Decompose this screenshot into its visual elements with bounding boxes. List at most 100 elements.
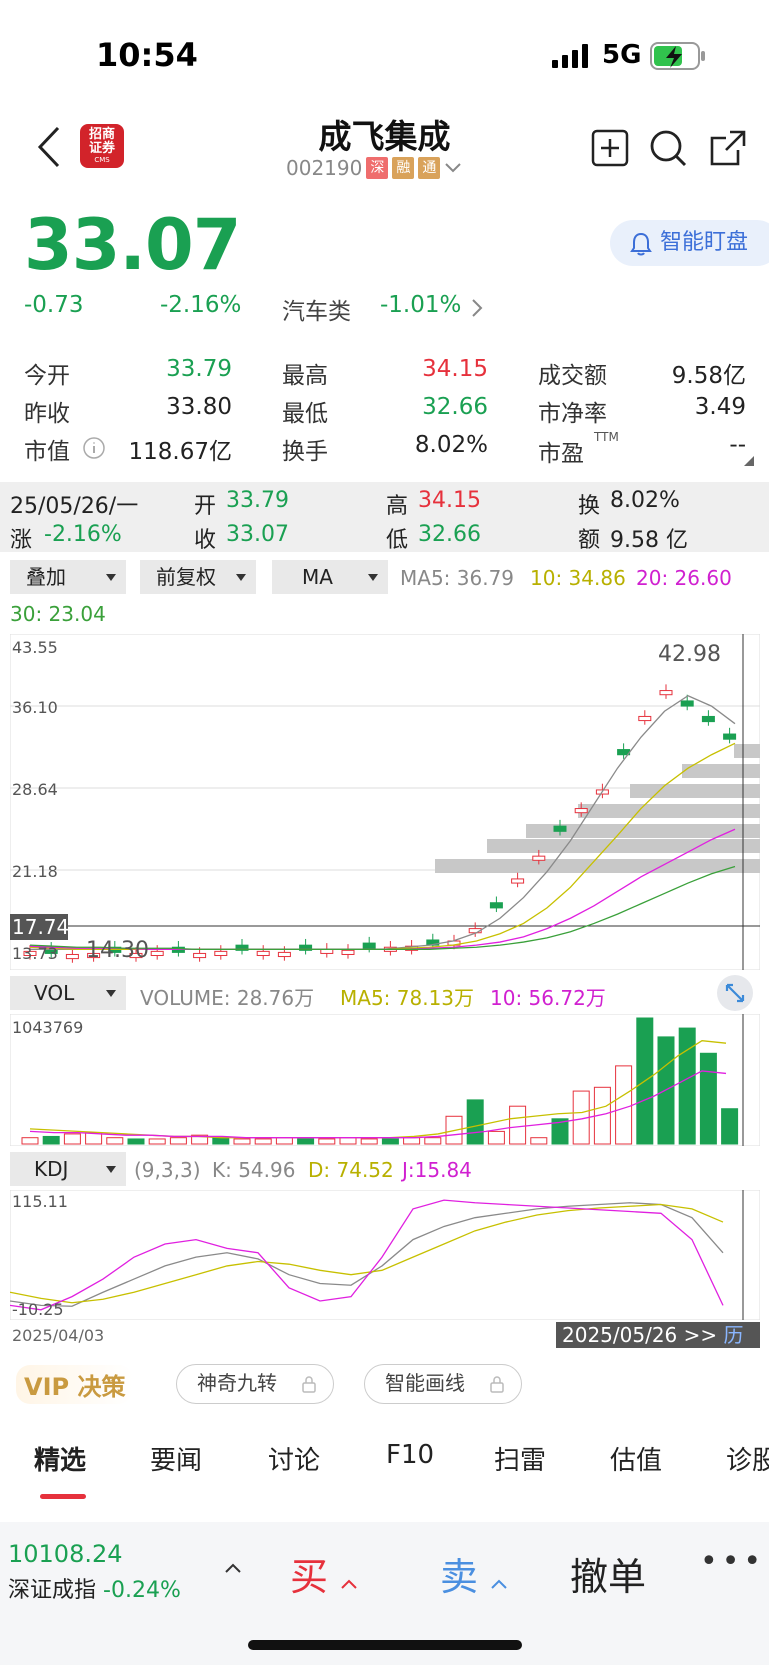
chevron-right-icon[interactable]	[470, 298, 484, 318]
volume-bar	[615, 1065, 633, 1145]
kdj-select[interactable]: KDJ	[10, 1152, 126, 1186]
high-label: 最高	[282, 363, 328, 389]
tab-news[interactable]: 要闻	[150, 1440, 202, 1477]
mcap-label: 市值	[24, 439, 70, 465]
index-name-row[interactable]: 深证成指 -0.24%	[8, 1572, 181, 1604]
bar-high: 34.15	[418, 488, 481, 513]
indicator-select[interactable]: MA	[272, 560, 388, 594]
lock-icon	[302, 1376, 316, 1393]
start-date: 2025/04/03	[12, 1326, 105, 1345]
cancel-order-button[interactable]: 撤单	[570, 1546, 646, 1601]
pe-ttm-sup: TTM	[594, 430, 619, 444]
volume-bar	[360, 1138, 378, 1145]
overlay-select[interactable]: 叠加	[10, 560, 126, 594]
chevron-down-icon	[445, 163, 462, 173]
prev-close-value: 33.80	[166, 394, 232, 420]
pb-label: 市净率	[538, 401, 607, 427]
sell-button[interactable]: 卖	[440, 1546, 508, 1601]
tab-f10[interactable]: F10	[386, 1440, 434, 1470]
turnover-value: 8.02%	[414, 432, 488, 458]
bar-turn: 8.02%	[610, 488, 680, 513]
pe-value: --	[729, 432, 746, 458]
index-value[interactable]: 10108.24	[8, 1540, 123, 1568]
candle	[532, 855, 546, 861]
smart-draw-button[interactable]: 智能画线	[364, 1364, 522, 1404]
candle	[701, 715, 715, 723]
kdj-min-label: -10.25	[12, 1300, 64, 1319]
high-value: 34.15	[422, 356, 488, 382]
k-line	[10, 1202, 724, 1307]
low-label: 最低	[282, 401, 328, 427]
volume-profile-bar	[578, 804, 760, 818]
share-icon[interactable]	[708, 128, 748, 168]
ma10-value: 10: 34.86	[530, 566, 626, 590]
k-value: K: 54.96	[212, 1158, 296, 1182]
volume-bar	[106, 1137, 124, 1145]
tab-featured[interactable]: 精选	[34, 1440, 86, 1477]
price-change-pct: -2.16%	[160, 292, 242, 318]
tab-discussion[interactable]: 讨论	[268, 1440, 320, 1477]
fullscreen-icon[interactable]	[716, 974, 754, 1012]
bar-turn-label: 换	[578, 494, 601, 519]
sector-pct[interactable]: -1.01%	[380, 292, 461, 318]
expand-corner-icon[interactable]	[744, 456, 754, 466]
buy-chevron-icon	[341, 1579, 357, 1589]
volume-bar	[297, 1138, 315, 1145]
bar-close-label: 收	[194, 528, 217, 553]
volume-bar	[699, 1052, 717, 1145]
info-icon[interactable]	[82, 436, 106, 460]
tab-risk[interactable]: 扫雷	[494, 1440, 546, 1477]
volume-bar	[424, 1137, 442, 1145]
volume-bar	[318, 1138, 336, 1145]
vol-ma5-value: MA5: 78.13万	[340, 986, 475, 1010]
more-button[interactable]: •••	[700, 1544, 765, 1579]
candle	[638, 715, 652, 722]
status-time: 10:54	[96, 36, 198, 74]
low-marker: 14.30	[86, 938, 149, 963]
bell-icon	[630, 232, 652, 256]
search-icon[interactable]	[648, 128, 688, 168]
battery-icon	[650, 42, 705, 70]
smart-watch-button[interactable]: 智能盯盘	[610, 220, 769, 266]
volume-bar	[721, 1108, 739, 1145]
volume-bar	[403, 1137, 421, 1145]
add-watchlist-icon[interactable]	[590, 128, 630, 168]
candle	[489, 902, 503, 909]
bar-open: 33.79	[226, 488, 289, 513]
adjust-select[interactable]: 前复权	[140, 560, 256, 594]
candle	[574, 808, 588, 814]
vip-decision-button[interactable]: VIP 决策	[16, 1365, 134, 1404]
current-price-marker: 17.74	[10, 914, 70, 940]
kdj-chart[interactable]	[10, 1190, 760, 1320]
chevron-up-icon[interactable]	[224, 1562, 242, 1574]
d-value: D: 74.52	[308, 1158, 394, 1182]
tab-diagnosis[interactable]: 诊股	[726, 1440, 769, 1477]
vol-ma10-value: 10: 56.72万	[490, 986, 606, 1010]
d-line	[10, 1203, 724, 1304]
volume-bar	[148, 1138, 166, 1145]
kdj-max-label: 115.11	[12, 1192, 68, 1211]
open-label: 今开	[24, 363, 70, 389]
volume-chart[interactable]	[10, 1014, 760, 1146]
volume-profile-bar	[487, 839, 760, 853]
y-tick-4: 21.18	[12, 862, 58, 881]
kdj-params: (9,3,3)	[134, 1158, 201, 1182]
amount-value: 9.58亿	[671, 363, 746, 389]
candlestick-chart[interactable]	[10, 634, 760, 970]
buy-button[interactable]: 买	[290, 1546, 358, 1601]
candle	[362, 942, 376, 949]
y-tick-5: 13.73	[12, 944, 58, 963]
volume-select[interactable]: VOL	[10, 976, 126, 1010]
nine-turn-button[interactable]: 神奇九转	[176, 1364, 334, 1404]
bar-amt: 9.58 亿	[610, 528, 688, 553]
volume-bar	[509, 1105, 527, 1145]
bar-chg-label: 涨	[10, 528, 33, 553]
volume-profile-bar	[435, 859, 760, 873]
candle	[150, 950, 164, 957]
sector-name[interactable]: 汽车类	[282, 292, 351, 326]
candle	[256, 950, 270, 957]
stock-code-row[interactable]: 002190 深 融 通	[286, 156, 462, 180]
prev-close-label: 昨收	[24, 401, 70, 427]
tab-valuation[interactable]: 估值	[610, 1440, 662, 1477]
end-date-marker[interactable]: 2025/05/26 >> 历	[556, 1322, 760, 1348]
